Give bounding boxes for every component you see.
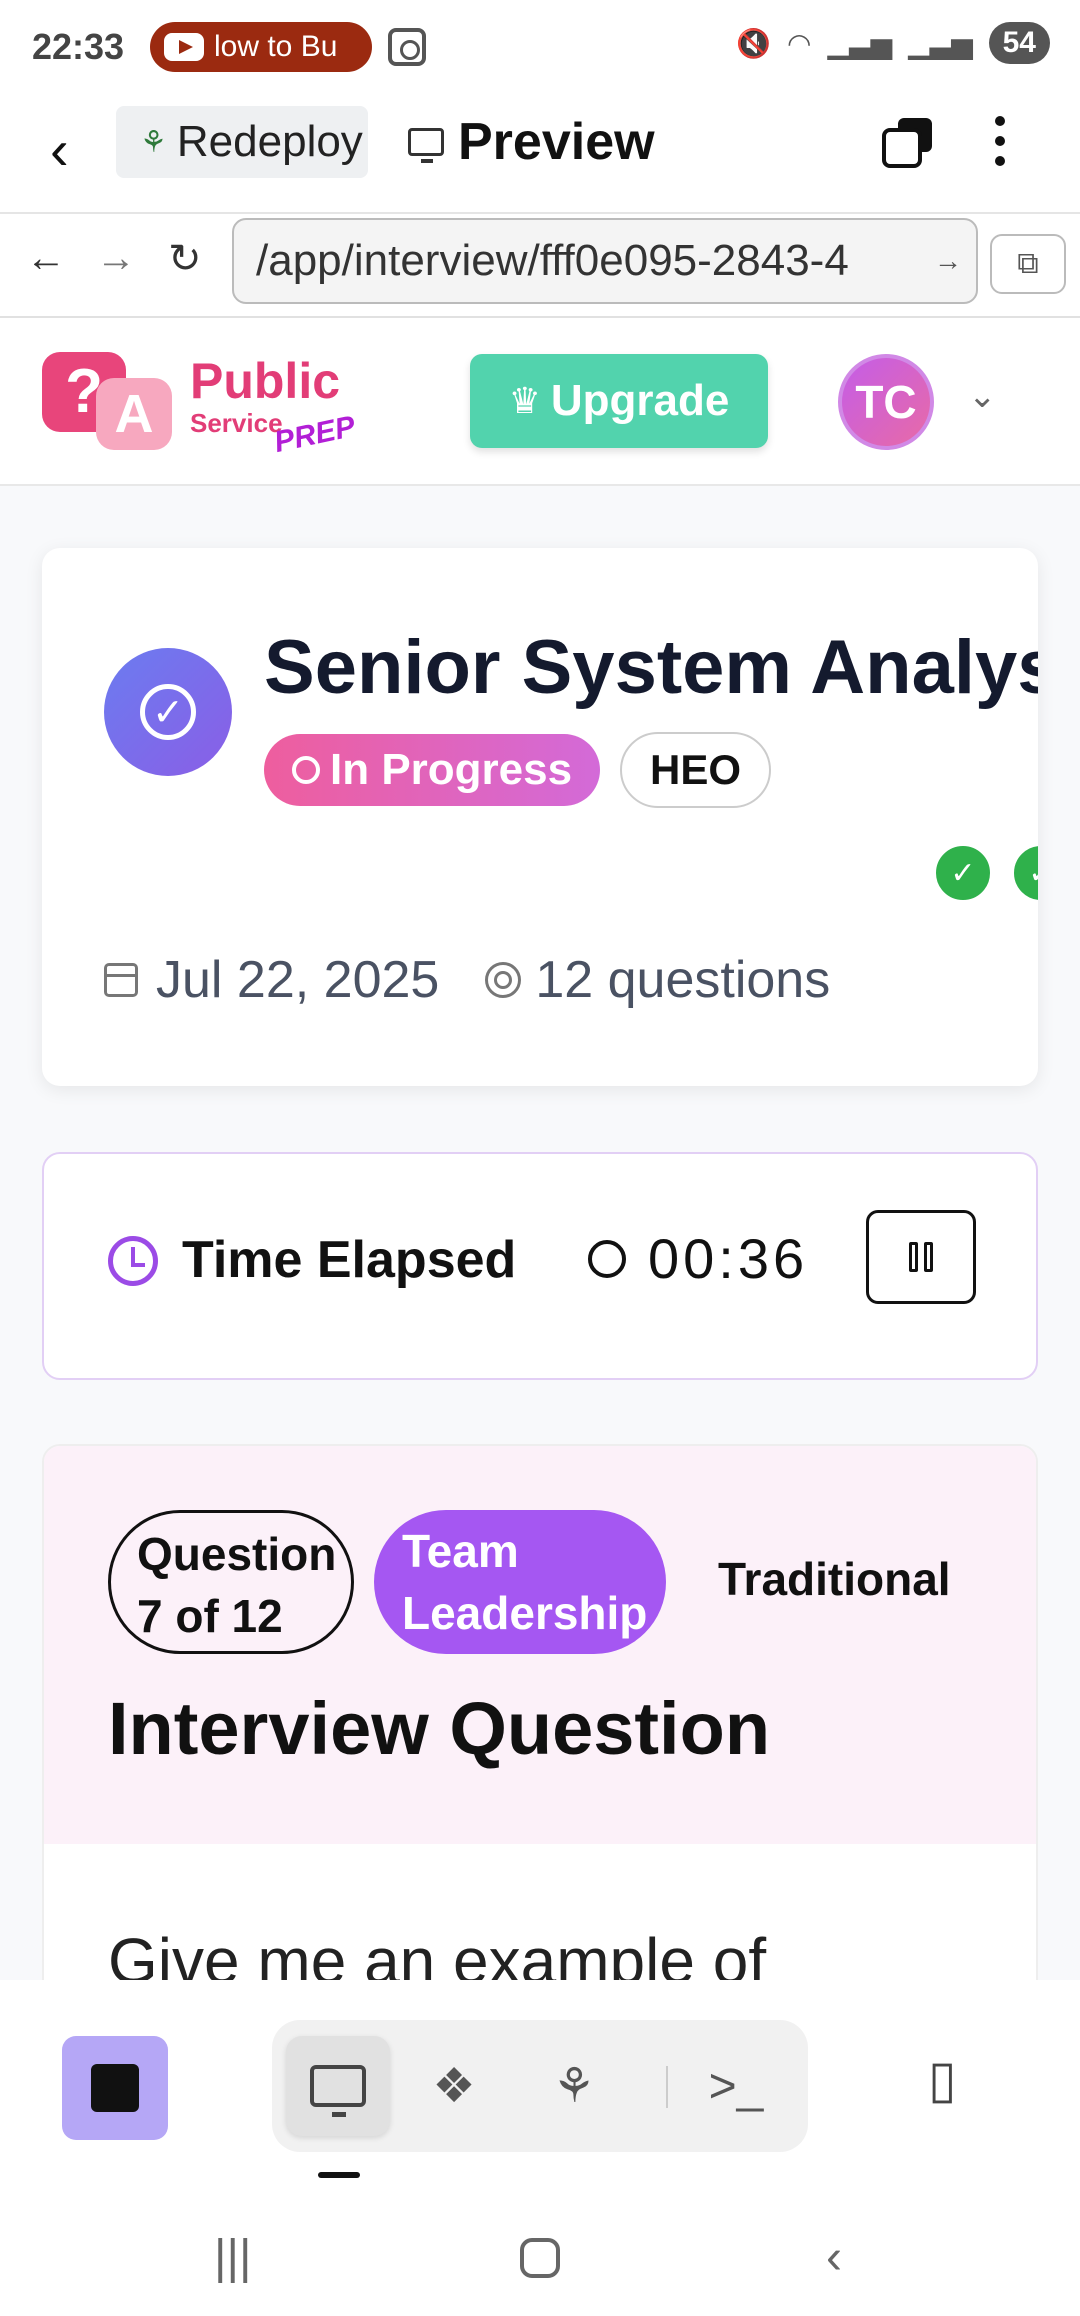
battery-indicator: 54 <box>988 22 1050 64</box>
external-link-icon: ⧉ <box>1017 247 1039 280</box>
logo-text-service: Service <box>190 408 283 438</box>
url-input[interactable]: /app/interview/fff0e095-2843-4 → <box>232 218 978 304</box>
status-bar: 22:33 low to Bu 🔇 ◠ ▁▃▅ ▁▃▅ 54 <box>0 0 1080 96</box>
completed-check-icon: ✓ <box>1010 842 1038 904</box>
status-icons: 🔇 ◠ ▁▃▅ ▁▃▅ 54 <box>736 22 1050 64</box>
public-service-prep-logo[interactable]: ? A Public Service PREP <box>38 348 358 459</box>
media-notification-pill[interactable]: low to Bu <box>150 22 372 72</box>
question-counter-badge: Question 7 of 12 <box>108 1510 354 1654</box>
go-arrow-icon[interactable]: → <box>934 245 962 277</box>
dot-icon <box>995 136 1005 146</box>
timer-value: 00:36 <box>648 1227 809 1290</box>
monitor-icon <box>408 128 444 163</box>
reload-icon[interactable]: ↻ <box>168 236 202 282</box>
status-badge-label: In Progress <box>330 745 573 794</box>
logo-text-public: Public <box>190 353 341 409</box>
tabs-button[interactable] <box>882 118 932 168</box>
signal-icon-2: ▁▃▅ <box>908 27 973 59</box>
chevron-down-icon[interactable]: ⌄ <box>968 376 997 416</box>
target-icon <box>485 962 522 998</box>
url-bar: ← → ↻ /app/interview/fff0e095-2843-4 → ⧉ <box>0 214 1080 318</box>
system-back-icon[interactable]: ‹ <box>826 2230 842 2285</box>
timer-label: Time Elapsed <box>182 1231 517 1289</box>
signal-icon: ▁▃▅ <box>827 27 893 59</box>
stop-icon <box>91 2064 139 2112</box>
session-title: Senior System Analyst <box>264 625 1038 710</box>
project-name: Redeploy <box>176 117 363 166</box>
grid-icon: ❖ <box>432 2060 476 2113</box>
project-chip[interactable]: ⚘ Redeploy <box>116 106 368 178</box>
recent-apps-icon[interactable]: ||| <box>214 2230 251 2285</box>
bottom-toolbar: ❖ ⚘ >_ ▯ <box>0 1980 1080 2200</box>
question-count: 12 questions <box>535 951 831 1009</box>
back-button[interactable]: ‹ <box>50 122 69 178</box>
mute-icon: 🔇 <box>736 27 771 59</box>
question-type-label: Traditional <box>718 1553 951 1605</box>
more-options-button[interactable] <box>990 116 1010 166</box>
avatar[interactable]: TC <box>838 354 934 450</box>
preview-tool-button[interactable] <box>286 2036 390 2136</box>
question-category-badge: Team Leadership <box>374 1510 666 1654</box>
pause-icon <box>909 1242 918 1272</box>
monitor-icon <box>310 2065 366 2117</box>
youtube-icon <box>164 33 204 61</box>
device-layout-button[interactable]: ▯ <box>928 2050 957 2110</box>
terminal-tool-button[interactable]: >_ <box>684 2036 788 2136</box>
workspace-tools: ❖ ⚘ >_ <box>272 2020 808 2152</box>
tabs-icon <box>882 128 922 168</box>
logo-text-prep: PREP <box>271 409 359 460</box>
question-card: Question 7 of 12 Team Leadership Traditi… <box>42 1444 1038 2064</box>
grade-badge: HEO <box>620 732 772 808</box>
deploy-tool-button[interactable]: ⚘ <box>522 2036 626 2136</box>
session-check-badge: ✓ <box>104 648 232 776</box>
wifi-icon: ◠ <box>786 27 812 59</box>
logo-a-bubble: A <box>96 378 172 450</box>
deploy-tree-icon: ⚘ <box>140 125 167 159</box>
browser-back-icon[interactable]: ← <box>26 236 66 281</box>
browser-forward-icon[interactable]: → <box>96 236 136 281</box>
clock-icon <box>292 756 320 784</box>
app-topbar: ‹ ⚘ Redeploy Preview <box>0 96 1080 214</box>
question-heading: Interview Question <box>108 1687 771 1770</box>
pause-icon <box>924 1242 933 1272</box>
dot-icon <box>995 116 1005 126</box>
stop-button[interactable] <box>62 2036 168 2140</box>
upgrade-label: Upgrade <box>550 376 730 425</box>
crown-icon: ♛ <box>508 380 541 421</box>
app-header: ? A Public Service PREP ♛ Upgrade TC ⌄ <box>0 318 1080 486</box>
open-external-button[interactable]: ⧉ <box>990 234 1066 294</box>
deploy-tree-icon: ⚘ <box>552 2060 596 2113</box>
check-circle-icon: ✓ <box>140 684 196 740</box>
question-header: Question 7 of 12 Team Leadership Traditi… <box>44 1446 1036 1844</box>
session-date: Jul 22, 2025 <box>156 951 440 1009</box>
device-frame-icon: ▯ <box>928 2051 957 2109</box>
session-meta: Jul 22, 2025 12 questions <box>104 950 830 1010</box>
media-notification-text: low to Bu <box>214 30 338 63</box>
preview-tab[interactable]: Preview <box>408 112 655 172</box>
toolbar-divider <box>666 2066 668 2108</box>
preview-label: Preview <box>458 113 655 171</box>
system-navigation-bar: ||| ‹ <box>0 2200 1080 2316</box>
timer-card: Time Elapsed 00:36 <box>42 1152 1038 1380</box>
home-icon[interactable] <box>520 2238 560 2278</box>
calendar-icon <box>104 963 138 997</box>
completed-check-icon: ✓ <box>932 842 994 904</box>
interview-session-card: ✓ Senior System Analyst In Progress HEO … <box>42 548 1038 1086</box>
url-text: /app/interview/fff0e095-2843-4 <box>256 236 849 285</box>
dot-icon <box>995 156 1005 166</box>
timer-icon <box>108 1236 158 1286</box>
terminal-icon: >_ <box>708 2059 764 2113</box>
upgrade-button[interactable]: ♛ Upgrade <box>470 354 768 448</box>
screenshot-icon <box>388 28 426 66</box>
apps-tool-button[interactable]: ❖ <box>402 2036 506 2136</box>
active-tab-indicator <box>318 2172 360 2178</box>
status-time: 22:33 <box>32 26 125 67</box>
status-badge: In Progress <box>264 734 601 806</box>
pause-button[interactable] <box>866 1210 976 1304</box>
clock-icon <box>588 1240 626 1278</box>
